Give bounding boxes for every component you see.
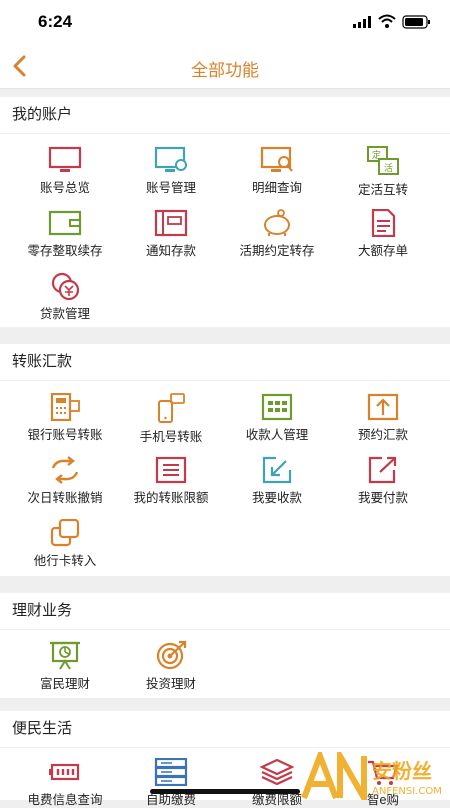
section-title: 转账汇款 [0,344,450,381]
detail-query-button[interactable]: 明细查询 [221,146,333,196]
account-overview-button[interactable]: 账号总览 [9,146,121,196]
list-icon [155,456,187,484]
item-label: 贷款管理 [39,307,90,321]
notice-deposit-button[interactable]: 通知存款 [115,209,227,259]
section-title: 理财业务 [0,593,450,630]
item-label: 收款人管理 [245,428,309,442]
document-icon [371,209,396,237]
item-label: 我的转账限额 [133,491,209,505]
fumin-wealth-button[interactable]: 富民理财 [9,640,121,692]
home-indicator [150,789,300,794]
section-wealth: 理财业务 富民理财 投资理财 [0,593,450,698]
item-label: 手机号转账 [139,430,203,444]
swap-arrows-icon [51,456,79,484]
battery-bar-icon [49,763,80,781]
watermark-logo: 安粉丝 ANFENSI.COM [300,744,450,808]
pay-money-button[interactable]: 我要付款 [327,456,439,506]
book-icon [154,209,188,237]
grid-calendar-icon [261,393,293,421]
battery-icon [402,15,430,29]
status-bar: 6:24 [0,0,450,44]
item-label: 次日转账撤销 [27,491,103,505]
monitor-icon [48,146,82,172]
phone-transfer-button[interactable]: 手机号转账 [115,393,227,445]
presentation-board-icon [50,641,80,670]
svg-text:定: 定 [372,149,381,161]
status-time: 6:24 [38,12,73,31]
coins-icon [51,272,80,300]
item-label: 明细查询 [251,181,302,195]
item-label: 我要付款 [357,491,408,505]
item-label: 富民理财 [39,677,90,691]
item-label: 预约汇款 [357,428,408,442]
signal-icon [353,16,371,28]
scheduled-remit-button[interactable]: 预约汇款 [327,393,439,443]
large-deposit-button[interactable]: 大额存单 [327,209,439,259]
svg-text:ANFENSI.COM: ANFENSI.COM [372,786,442,797]
item-label: 电费信息查询 [27,793,103,807]
piggy-bank-icon [264,209,290,236]
item-label: 我要收款 [251,491,302,505]
monitor-gear-icon [154,146,187,172]
server-stack-icon [154,758,188,786]
item-label: 账号总览 [39,181,90,195]
section-title: 便民生活 [0,711,450,748]
layers-icon [260,758,294,786]
upload-arrow-icon [367,393,399,421]
item-label: 活期约定转存 [239,244,315,258]
phone-chat-icon [158,393,185,423]
svg-text:活: 活 [384,162,393,174]
monitor-search-icon [260,146,293,172]
wifi-icon [378,14,396,28]
calculator-card-icon [50,393,80,421]
fixed-current-swap-icon: 定活 [367,146,399,175]
zero-deposit-renew-button[interactable]: 零存整取续存 [9,209,121,259]
electricity-query-button[interactable]: 电费信息查询 [9,758,121,808]
current-auto-transfer-button[interactable]: 活期约定转存 [221,209,333,259]
my-transfer-limit-button[interactable]: 我的转账限额 [115,456,227,506]
other-bank-card-in-button[interactable]: 他行卡转入 [9,519,121,569]
receive-money-button[interactable]: 我要收款 [221,456,333,506]
investment-wealth-button[interactable]: 投资理财 [115,640,227,692]
payee-manage-button[interactable]: 收款人管理 [221,393,333,443]
loan-manage-button[interactable]: 贷款管理 [9,272,121,322]
fixed-current-transfer-button[interactable]: 定活 定活互转 [327,146,439,198]
copy-squares-icon [50,519,80,547]
item-label: 通知存款 [145,244,196,258]
item-label: 投资理财 [145,677,196,691]
item-label: 定活互转 [357,183,408,197]
target-icon [156,640,187,670]
item-label: 他行卡转入 [33,554,97,568]
page-title: 全部功能 [191,61,259,80]
bank-account-transfer-button[interactable]: 银行账号转账 [9,393,121,443]
item-label: 零存整取续存 [27,244,103,258]
self-payment-button[interactable]: 自助缴费 [115,758,227,808]
section-title: 我的账户 [0,97,450,134]
wallet-icon [48,210,82,236]
section-transfer: 转账汇款 银行账号转账 手机号转账 收款人管理 预约汇款 次日转账撤销 我的转账… [0,344,450,576]
account-manage-button[interactable]: 账号管理 [115,146,227,196]
arrow-out-icon [368,456,397,484]
item-label: 大额存单 [357,244,408,258]
arrow-in-icon [262,456,292,484]
nav-bar: 全部功能 [0,44,450,89]
item-label: 银行账号转账 [27,428,103,442]
svg-text:安粉丝: 安粉丝 [372,759,432,783]
section-my-account: 我的账户 账号总览 账号管理 明细查询 定活 定活互转 零存整取续存 通知存款 … [0,97,450,327]
next-day-transfer-cancel-button[interactable]: 次日转账撤销 [9,456,121,506]
item-label: 账号管理 [145,181,196,195]
